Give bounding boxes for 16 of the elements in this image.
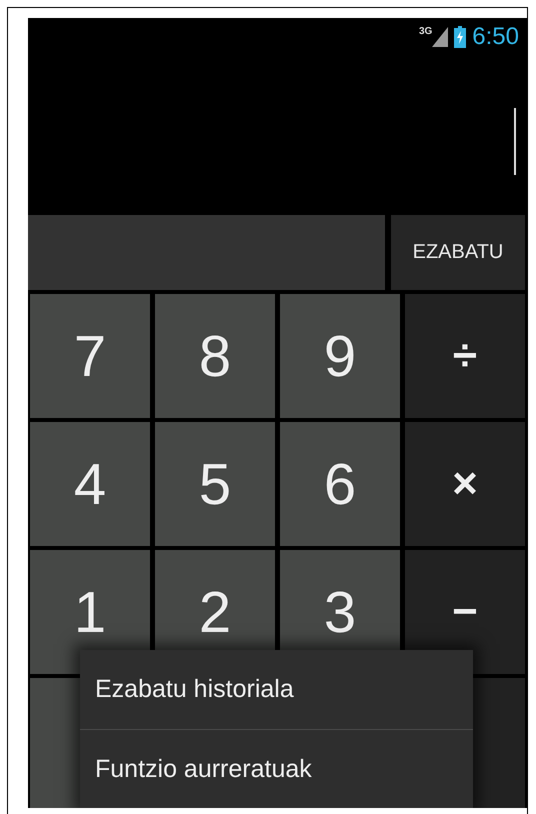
clear-button[interactable]: EZABATU — [391, 215, 525, 290]
key-button[interactable]: 8 — [155, 294, 275, 418]
text-cursor — [514, 108, 516, 175]
key-button[interactable]: 5 — [155, 422, 275, 546]
signal-icon — [432, 26, 448, 46]
network-label: 3G — [418, 26, 432, 37]
key-button[interactable]: ÷ — [405, 294, 525, 418]
key-button[interactable]: 7 — [30, 294, 150, 418]
key-button[interactable]: 6 — [280, 422, 400, 546]
battery-charging-icon — [454, 26, 466, 48]
key-button[interactable]: 4 — [30, 422, 150, 546]
key-button[interactable]: 9 — [280, 294, 400, 418]
key-button[interactable]: × — [405, 422, 525, 546]
formula-field[interactable] — [28, 215, 385, 290]
clock-time: 6:50 — [472, 22, 519, 50]
menu-item[interactable]: Funtzio aurreratuak — [80, 730, 473, 808]
